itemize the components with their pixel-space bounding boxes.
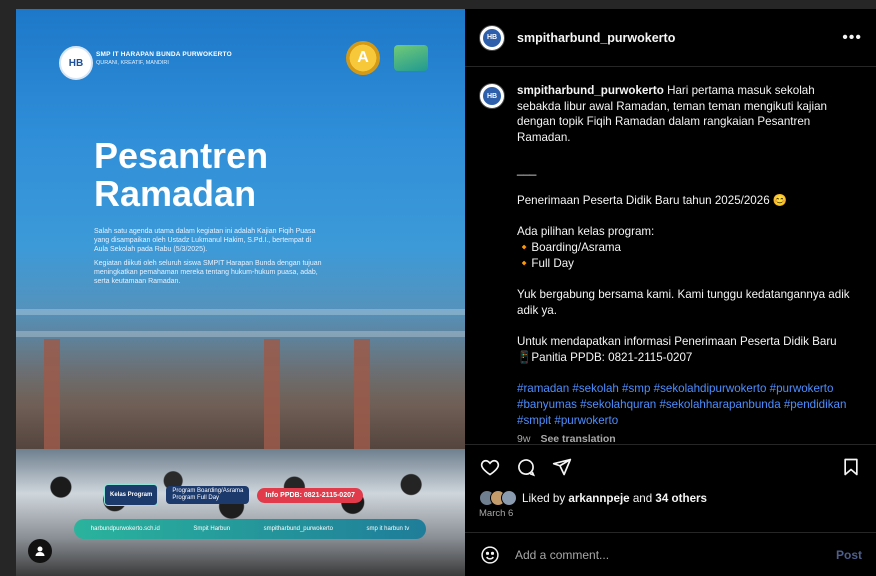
liker-username[interactable]: arkannpeje — [568, 492, 629, 505]
kelas-program-label: Kelas Program — [104, 484, 159, 506]
caption-username[interactable]: smpitharbund_purwokerto — [517, 84, 664, 97]
likes-others-link[interactable]: 34 others — [655, 492, 707, 505]
contact-youtube: smp it harbun tv — [366, 526, 410, 532]
avatar[interactable]: HB — [479, 24, 505, 51]
caption-area[interactable]: HB smpitharbund_purwokerto Hari pertama … — [465, 67, 876, 444]
likes-row: Liked by arkannpeje and 34 others — [465, 488, 876, 508]
image-paragraph: Salah satu agenda utama dalam kegiatan i… — [94, 228, 316, 253]
image-headline: Pesantren Ramadan — [94, 135, 269, 214]
school-logo-icon: HB — [59, 46, 93, 80]
contact-website: harbundpurwokerto.sch.id — [90, 526, 160, 532]
school-logo-icon: HB — [483, 28, 501, 47]
school-tagline: QURANI, KREATIF, MANDIRI — [96, 60, 169, 66]
avatar — [501, 490, 517, 506]
tagged-users-button[interactable] — [28, 539, 52, 563]
program-list: Program Boarding/Asrama Program Full Day — [166, 486, 250, 504]
school-name: SMP IT HARAPAN BUNDA PURWOKERTO — [96, 51, 232, 58]
more-horizontal-icon[interactable]: ••• — [842, 29, 862, 47]
accreditation-badge-icon: A — [346, 41, 380, 75]
contact-bar: harbundpurwokerto.sch.id Smpit Harbun sm… — [74, 519, 426, 539]
ceiling-beam — [16, 331, 465, 337]
caption-option: 🔸Boarding/Asrama — [517, 240, 622, 254]
image-body-text: Salah satu agenda utama dalam kegiatan i… — [94, 227, 324, 291]
comment-input[interactable] — [513, 546, 824, 563]
post-modal: HB SMP IT HARAPAN BUNDA PURWOKERTO QURAN… — [16, 9, 876, 576]
partner-logo-icon — [394, 45, 428, 71]
program-item: Program Full Day — [172, 495, 220, 501]
send-icon[interactable] — [551, 456, 573, 478]
image-paragraph: Kegiatan diikuti oleh seluruh siswa SMPI… — [94, 260, 322, 285]
program-banner: Kelas Program Program Boarding/Asrama Pr… — [104, 484, 404, 506]
caption-options-heading: Ada pilihan kelas program: — [517, 225, 655, 239]
likes-text: Liked by arkannpeje and 34 others — [522, 492, 707, 505]
caption-info: Untuk mendapatkan informasi Penerimaan P… — [517, 335, 837, 349]
liker-avatars[interactable] — [479, 490, 517, 506]
comment-bar: Post — [465, 532, 876, 576]
header-username[interactable]: smpitharbund_purwokerto — [517, 31, 675, 45]
info-ppdb-badge: Info PPDB: 0821-2115-0207 — [257, 487, 363, 503]
post-header: HB smpitharbund_purwokerto ••• — [465, 9, 876, 67]
likes-prefix: Liked by — [522, 491, 569, 505]
see-translation-link[interactable]: See translation — [540, 432, 615, 444]
school-logo-icon: HB — [483, 87, 501, 105]
post-comment-button[interactable]: Post — [836, 548, 862, 562]
likes-middle: and — [629, 491, 656, 505]
caption: HB smpitharbund_purwokerto Hari pertama … — [479, 83, 862, 444]
caption-divider: ___ — [517, 162, 537, 176]
heart-icon[interactable] — [479, 456, 501, 478]
caption-ppdb: Penerimaan Peserta Didik Baru tahun 2025… — [517, 193, 788, 207]
caption-join: Yuk bergabung bersama kami. Kami tunggu … — [517, 288, 850, 317]
bookmark-icon[interactable] — [840, 456, 862, 478]
post-image[interactable]: HB SMP IT HARAPAN BUNDA PURWOKERTO QURAN… — [16, 9, 465, 576]
caption-option: 🔸Full Day — [517, 256, 574, 270]
program-item: Program Boarding/Asrama — [172, 488, 244, 494]
action-bar — [465, 444, 876, 488]
comment-icon[interactable] — [515, 456, 537, 478]
caption-meta: 9w See translation — [517, 432, 857, 444]
post-date: March 6 — [479, 508, 514, 519]
audience — [16, 449, 465, 576]
caption-text: smpitharbund_purwokerto Hari pertama mas… — [517, 83, 857, 444]
post-panel: HB smpitharbund_purwokerto ••• HB smpith… — [465, 9, 876, 576]
caption-contact: 📱Panitia PPDB: 0821-2115-0207 — [517, 350, 693, 364]
caption-intro: smpitharbund_purwokerto Hari pertama mas… — [517, 83, 857, 146]
user-icon — [35, 546, 45, 556]
post-age[interactable]: 9w — [517, 432, 530, 444]
ceiling-beam — [16, 309, 465, 315]
avatar[interactable]: HB — [479, 83, 505, 109]
contact-facebook: Smpit Harbun — [193, 526, 231, 532]
caption-hashtags[interactable]: #ramadan #sekolah #smp #sekolahdipurwoke… — [517, 381, 857, 428]
emoji-icon[interactable] — [479, 544, 501, 566]
contact-instagram: smpitharbund_purwokerto — [263, 526, 333, 532]
